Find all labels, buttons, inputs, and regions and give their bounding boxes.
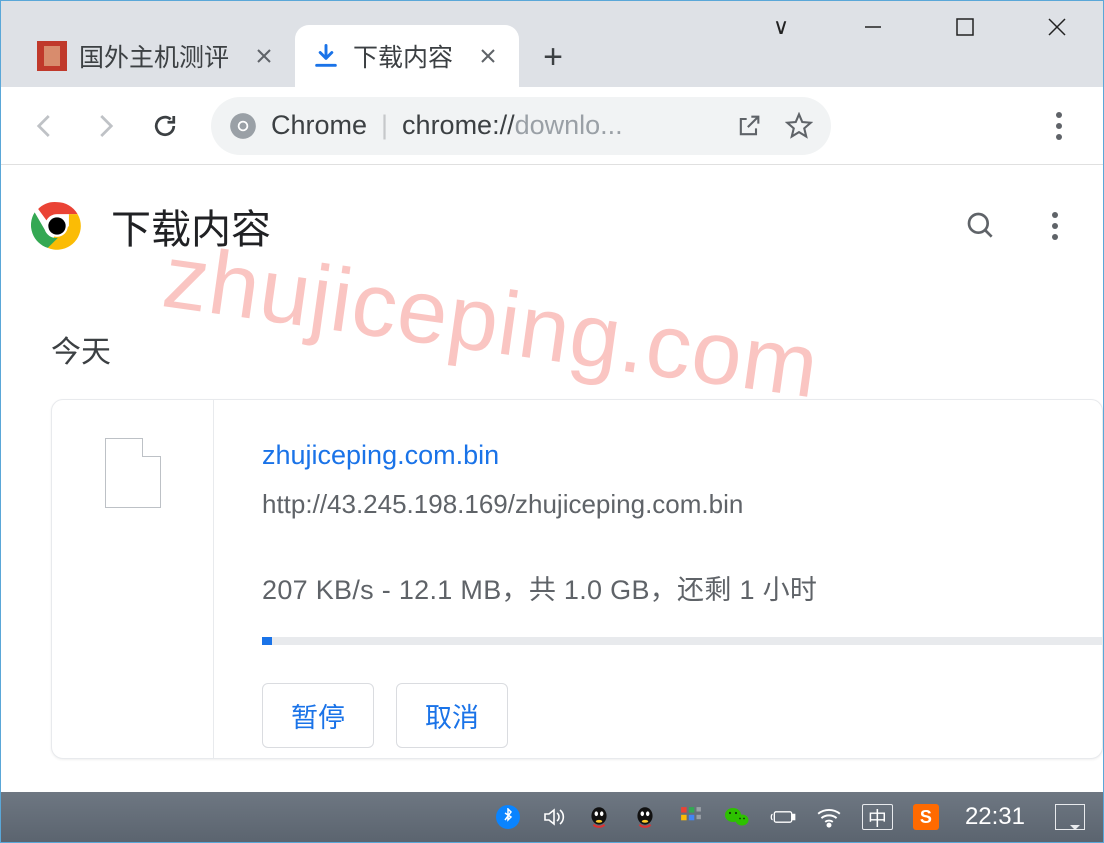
tab-title: 国外主机测评 — [79, 38, 229, 74]
tab-foreign-host-review[interactable]: 国外主机测评 — [21, 25, 295, 87]
downloads-page: 下载内容 今天 zhujiceping.com.bin http://43.24… — [1, 165, 1103, 792]
clock[interactable]: 22:31 — [965, 803, 1025, 831]
ime-indicator[interactable]: 中 — [862, 804, 893, 830]
more-menu-icon[interactable] — [1037, 208, 1073, 244]
battery-icon[interactable] — [770, 804, 796, 830]
download-card: zhujiceping.com.bin http://43.245.198.16… — [51, 399, 1103, 759]
sogou-ime-icon[interactable]: S — [913, 804, 939, 830]
maximize-button[interactable] — [919, 1, 1011, 53]
page-header: 下载内容 — [1, 165, 1103, 255]
wifi-icon[interactable] — [816, 804, 842, 830]
omnibox-chrome-label: Chrome — [271, 110, 367, 141]
close-tab-icon[interactable] — [251, 43, 277, 69]
taskbar: 中 S 22:31 — [1, 792, 1103, 842]
page-title: 下载内容 — [111, 197, 271, 255]
back-button[interactable] — [19, 100, 71, 152]
download-filename[interactable]: zhujiceping.com.bin — [262, 440, 1102, 471]
forward-button[interactable] — [79, 100, 131, 152]
cancel-button[interactable]: 取消 — [396, 683, 508, 748]
chrome-icon — [229, 112, 257, 140]
volume-icon[interactable] — [540, 804, 566, 830]
close-tab-icon[interactable] — [475, 43, 501, 69]
system-tray: 中 S 22:31 — [496, 803, 1085, 831]
download-icon — [311, 41, 341, 71]
minimize-button[interactable] — [827, 1, 919, 53]
close-window-button[interactable] — [1011, 1, 1103, 53]
chevron-down-icon[interactable] — [735, 1, 827, 53]
share-icon[interactable] — [735, 112, 763, 140]
progress-fill — [262, 637, 272, 645]
toolbar: Chrome | chrome://downlo... — [1, 87, 1103, 165]
window-controls — [735, 1, 1103, 53]
browser-menu-button[interactable] — [1033, 100, 1085, 152]
qq-icon[interactable] — [586, 804, 612, 830]
bluetooth-icon[interactable] — [496, 805, 520, 829]
chrome-logo-icon — [31, 200, 83, 252]
section-today-label: 今天 — [1, 255, 1103, 371]
address-bar[interactable]: Chrome | chrome://downlo... — [211, 97, 831, 155]
omnibox-url-dark: chrome:// — [402, 110, 515, 140]
site-favicon — [37, 41, 67, 71]
tab-downloads[interactable]: 下载内容 — [295, 25, 519, 87]
new-tab-button[interactable]: + — [527, 31, 579, 83]
pause-button[interactable]: 暂停 — [262, 683, 374, 748]
download-url: http://43.245.198.169/zhujiceping.com.bi… — [262, 489, 1102, 520]
search-icon[interactable] — [963, 208, 999, 244]
app-grid-icon[interactable] — [678, 804, 704, 830]
download-progress-bar — [262, 637, 1102, 645]
file-icon — [105, 438, 161, 508]
omnibox-url-light: downlo... — [515, 110, 623, 140]
qq-icon[interactable] — [632, 804, 658, 830]
notifications-icon[interactable] — [1055, 804, 1085, 830]
file-icon-column — [52, 400, 214, 758]
reload-button[interactable] — [139, 100, 191, 152]
download-status: 207 KB/s - 12.1 MB，共 1.0 GB，还剩 1 小时 — [262, 568, 1102, 607]
bookmark-icon[interactable] — [785, 112, 813, 140]
tab-title: 下载内容 — [353, 38, 453, 74]
wechat-icon[interactable] — [724, 804, 750, 830]
